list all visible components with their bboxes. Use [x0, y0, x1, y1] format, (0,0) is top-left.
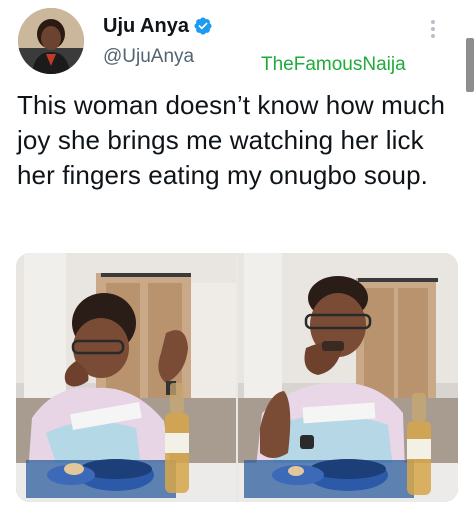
tweet-media[interactable] [16, 253, 458, 502]
photo-right[interactable] [238, 253, 458, 502]
author-display-name[interactable]: Uju Anya [103, 14, 189, 38]
photo-left[interactable] [16, 253, 236, 502]
avatar-image [18, 8, 84, 74]
verified-badge-icon [194, 17, 212, 35]
tweet-text: This woman doesn’t know how much joy she… [17, 90, 446, 190]
watermark-text: TheFamousNaija [261, 54, 406, 75]
author-avatar[interactable] [18, 8, 84, 74]
more-options-icon[interactable] [420, 16, 446, 42]
photo-left-image [16, 253, 236, 502]
tweet-header: Uju Anya @UjuAnya TheFamousNaija [0, 0, 474, 92]
scrollbar[interactable] [466, 38, 474, 92]
author-handle[interactable]: @UjuAnya [103, 45, 194, 69]
photo-right-image [238, 253, 458, 502]
